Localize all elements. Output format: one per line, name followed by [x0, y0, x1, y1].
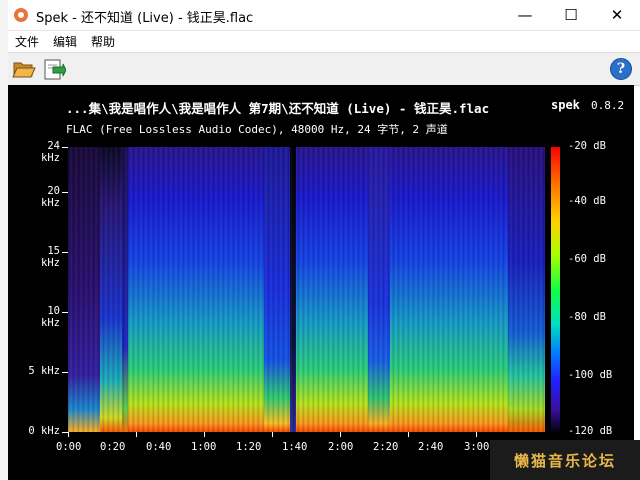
x-tick [68, 432, 69, 437]
menu-help[interactable]: 帮助 [91, 33, 115, 50]
spectrogram-image [68, 147, 545, 432]
db-color-scale [551, 147, 560, 432]
db-scale-label: -40 dB [568, 195, 606, 207]
x-tick [476, 432, 477, 437]
x-tick-label: 2:40 [418, 441, 444, 453]
menu-bar: 文件 编辑 帮助 [8, 31, 640, 51]
plot-file-title: ...集\我是唱作人\我是唱作人 第7期\还不知道 (Live) - 钱正昊.f… [66, 101, 490, 116]
window-title: Spek - 还不知道 (Live) - 钱正昊.flac [36, 11, 254, 26]
x-tick-label: 1:20 [236, 441, 262, 453]
x-tick [408, 432, 409, 437]
x-tick-label: 1:40 [282, 441, 308, 453]
forum-watermark: 懒猫音乐论坛 [490, 440, 640, 480]
minimize-button[interactable]: — [502, 0, 548, 30]
x-tick-label: 2:20 [373, 441, 399, 453]
y-tick-label: 20 kHz [41, 185, 60, 209]
x-tick [272, 432, 273, 437]
maximize-button[interactable]: ☐ [548, 0, 594, 30]
plot-app-version: 0.8.2 [591, 99, 625, 112]
x-tick-label: 1:00 [191, 441, 217, 453]
y-tick-label: 5 kHz [28, 365, 60, 377]
menu-edit[interactable]: 编辑 [53, 33, 77, 50]
window-bottom-edge [8, 472, 490, 480]
menu-file[interactable]: 文件 [15, 33, 39, 50]
background-window [0, 0, 8, 480]
x-tick-label: 2:00 [328, 441, 354, 453]
db-scale-label: -20 dB [568, 140, 606, 152]
x-tick [340, 432, 341, 437]
x-tick-label: 0:20 [100, 441, 126, 453]
title-bar: Spek - 还不知道 (Live) - 钱正昊.flac — ☐ ✕ [8, 0, 640, 31]
folder-open-icon [12, 62, 36, 78]
x-tick [136, 432, 137, 437]
open-file-button[interactable] [12, 57, 36, 81]
save-export-icon [44, 59, 67, 80]
plot-app-name: spek [551, 98, 580, 112]
toolbar: ? [8, 52, 640, 86]
close-button[interactable]: ✕ [594, 0, 640, 30]
y-tick-label: 24 kHz [41, 140, 60, 164]
plot-audio-info: FLAC (Free Lossless Audio Codec), 48000 … [66, 123, 448, 136]
y-tick-label: 15 kHz [41, 245, 60, 269]
x-tick-label: 3:00 [464, 441, 490, 453]
x-tick [204, 432, 205, 437]
spectrogram-panel: ...集\我是唱作人\我是唱作人 第7期\还不知道 (Live) - 钱正昊.f… [8, 85, 634, 472]
x-tick-label: 0:40 [146, 441, 172, 453]
db-scale-label: -60 dB [568, 253, 606, 265]
help-button[interactable]: ? [610, 58, 632, 80]
spek-app-icon [14, 8, 28, 22]
x-tick-label: 0:00 [56, 441, 82, 453]
db-scale-label: -100 dB [568, 369, 613, 381]
y-tick-label: 0 kHz [28, 425, 60, 437]
db-scale-label: -80 dB [568, 311, 606, 323]
y-tick-label: 10 kHz [41, 305, 60, 329]
db-scale-label: -120 dB [568, 425, 613, 437]
save-button[interactable] [42, 57, 67, 81]
